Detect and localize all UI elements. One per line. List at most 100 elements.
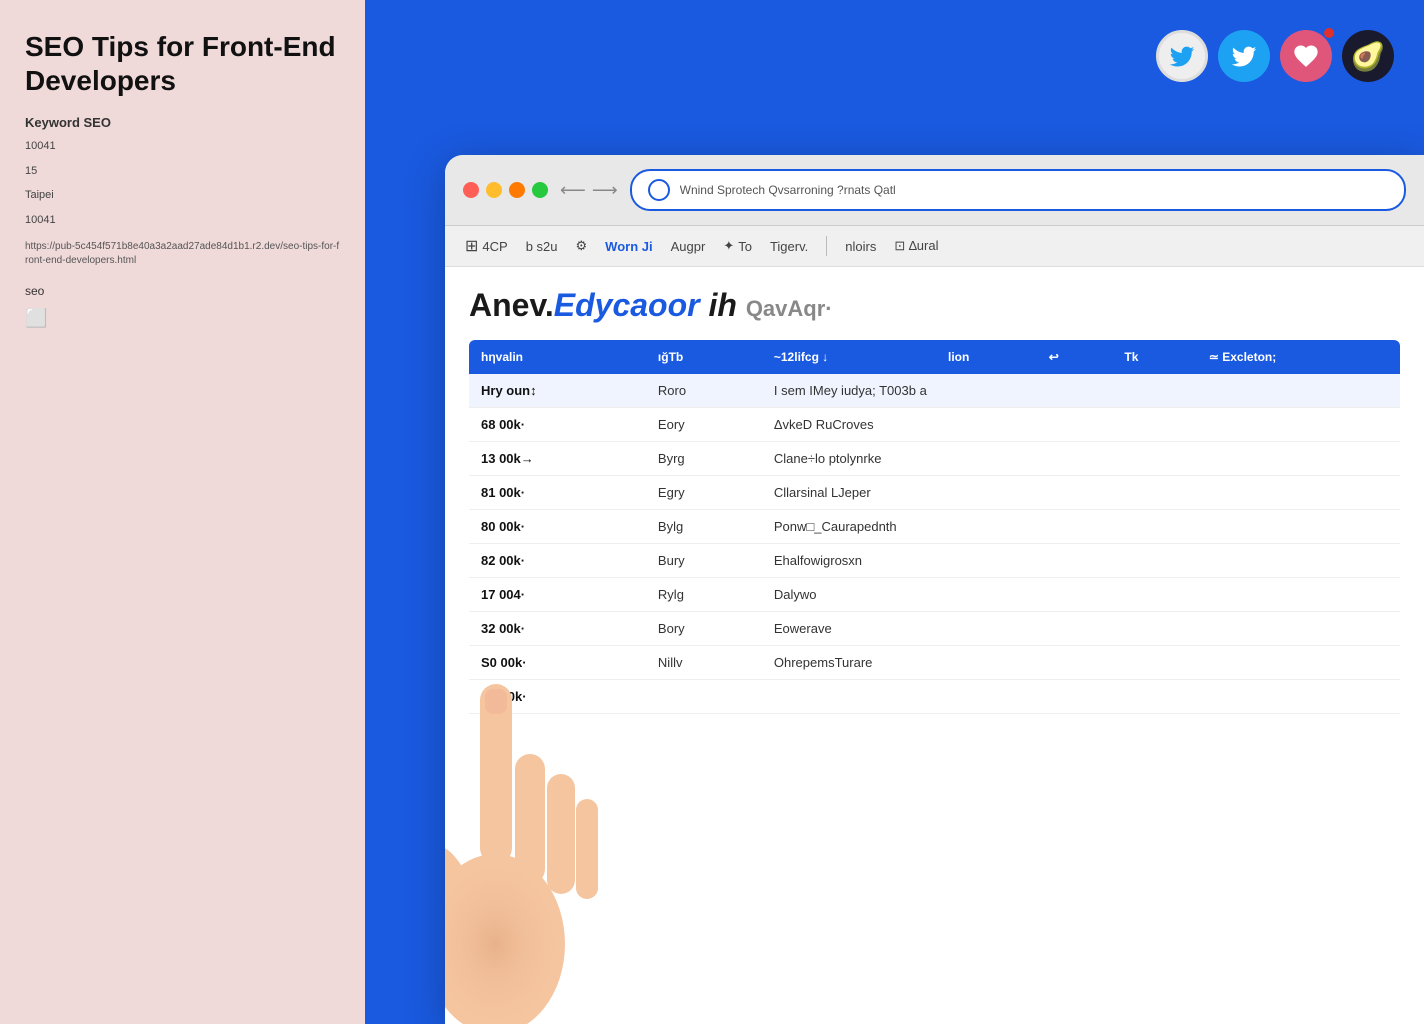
sidebar: SEO Tips for Front-End Developers Keywor… [0,0,365,1024]
forward-icon[interactable]: ⟶ [592,180,618,201]
nav-arrows: ⟵ ⟶ [560,180,618,201]
browser-toolbar: ⊞ 4CP b s2u ⚙ Worn Ji Augpr ✦ To Tigerv. [445,226,1424,267]
toolbar-item-2[interactable]: b s2u [526,239,558,254]
cell-vol-6: 17 004· [469,578,646,612]
cell-name-5: Ehalfowigrosxn [762,544,1400,578]
cell-vol-1: 68 00k· [469,408,646,442]
toolbar-label-augpr: Augpr [671,239,706,254]
cell-type-1: Eory [646,408,762,442]
col-lion[interactable]: lion [936,340,1037,374]
cell-type-6: Rylg [646,578,762,612]
cell-vol-9: 8E 00k· [469,680,646,714]
toolbar-item-aural[interactable]: ⊡ ∆ural [894,238,938,254]
toolbar-item-nloirs[interactable]: nloirs [845,239,876,254]
social-icons-group: 🥑 [1156,30,1394,82]
toolbar-item-tiger[interactable]: Tigerv. [770,239,808,254]
sidebar-keyword-label: Keyword SEO [25,115,340,130]
col-lifcg[interactable]: ~12lifcg ↓ [762,340,936,374]
cell-vol-7: 32 00k· [469,612,646,646]
table-row[interactable]: 82 00k· Bury Ehalfowigrosxn [469,544,1400,578]
col-arrow[interactable]: ↩ [1037,340,1113,374]
toolbar-label-1: 4CP [482,239,507,254]
cell-type-5: Bury [646,544,762,578]
table-row[interactable]: 8E 00k· [469,680,1400,714]
browser-logo [648,179,670,201]
table-row[interactable]: 68 00k· Eory ΔvkeD RuCroves [469,408,1400,442]
sidebar-tag: seo [25,284,340,298]
browser-window: ⟵ ⟶ Wnind Sprotech Qvsarroning ?rnats Qa… [445,155,1424,1024]
cell-type-4: Bylg [646,510,762,544]
col-hnyalin[interactable]: hηvalin [469,340,646,374]
table-header-row: hηvalin ığTb ~12lifcg ↓ lion ↩ Tk ≃ Excl… [469,340,1400,374]
browser-chrome: ⟵ ⟶ Wnind Sprotech Qvsarroning ?rnats Qa… [445,155,1424,226]
toolbar-label-nloirs: nloirs [845,239,876,254]
minimize-button[interactable] [486,182,502,198]
fullscreen-button[interactable] [532,182,548,198]
cell-type-9 [646,680,762,714]
cell-vol-5: 82 00k· [469,544,646,578]
sidebar-url: https://pub-5c454f571b8e40a3a2aad27ade84… [25,240,340,268]
page-title-area: Anev.Edycaoor ih QavAqr· [469,287,1400,324]
cell-vol-4: 80 00k· [469,510,646,544]
sidebar-meta2: 15 [25,163,340,180]
maximize-button[interactable] [509,182,525,198]
cell-name-9 [762,680,1400,714]
toolbar-item-worm[interactable]: Worn Ji [605,239,652,254]
toolbar-icon-3: ⚙ [576,238,588,254]
heart-icon[interactable] [1280,30,1332,82]
table-row[interactable]: 13 00k→ Byrg Clane÷lo ptolynrke [469,442,1400,476]
sidebar-meta3: Taipei [25,187,340,204]
col-excleton[interactable]: ≃ Excleton; [1197,340,1400,374]
sidebar-meta1: 10041 [25,138,340,155]
cell-type-3: Egry [646,476,762,510]
sidebar-meta4: 10041 [25,212,340,229]
cell-type-8: Nillv [646,646,762,680]
toolbar-sep [826,236,827,256]
table-row[interactable]: 32 00k· Bory Eowerave [469,612,1400,646]
subhdr-1: Hry oun↕ [469,374,646,408]
main-area: 🥑 ⟵ ⟶ Wnind Sprotech Qvsarroning ?rnats … [365,0,1424,1024]
title-part3: ih [708,287,736,323]
address-bar[interactable]: Wnind Sprotech Qvsarroning ?rnats Qatl [630,169,1406,211]
toolbar-item-augpr[interactable]: Augpr [671,239,706,254]
close-button[interactable] [463,182,479,198]
cell-vol-3: 81 00k· [469,476,646,510]
cell-name-6: Dalywo [762,578,1400,612]
toolbar-label-to: To [738,239,752,254]
toolbar-label-aural: ⊡ ∆ural [894,238,938,254]
sidebar-icon: ⬜ [25,308,340,329]
back-icon[interactable]: ⟵ [560,180,586,201]
cell-vol-2: 13 00k→ [469,442,646,476]
col-tk[interactable]: Tk [1112,340,1196,374]
table-subheader: Hry oun↕ Roro I sem IMey iudya; T003b a [469,374,1400,408]
title-part4: QavAqr· [746,296,833,321]
table-row[interactable]: S0 00k· Nillv OhrepemsTurare [469,646,1400,680]
col-igtb[interactable]: ığTb [646,340,762,374]
cell-vol-8: S0 00k· [469,646,646,680]
avocado-icon[interactable]: 🥑 [1342,30,1394,82]
toolbar-label-2: b s2u [526,239,558,254]
table-row[interactable]: 17 004· Rylg Dalywo [469,578,1400,612]
title-part1: Anev. [469,287,554,323]
page-main-title: Anev.Edycaoor ih QavAqr· [469,287,1400,324]
toolbar-item-star[interactable]: ✦ To [723,238,752,254]
twitter-icon[interactable] [1156,30,1208,82]
bird-icon[interactable] [1218,30,1270,82]
browser-content: Anev.Edycaoor ih QavAqr· hηvalin ığTb ~1… [445,267,1424,1024]
subhdr-2: Roro [646,374,762,408]
subhdr-3: I sem IMey iudya; T003b a [762,374,1400,408]
cell-name-1: ΔvkeD RuCroves [762,408,1400,442]
grid-icon: ⊞ [465,236,478,256]
sidebar-title: SEO Tips for Front-End Developers [25,30,340,97]
toolbar-item-1[interactable]: ⊞ 4CP [465,236,508,256]
table-row[interactable]: 81 00k· Egry Cllarsinal LJeper [469,476,1400,510]
cell-name-2: Clane÷lo ptolynrke [762,442,1400,476]
toolbar-item-3[interactable]: ⚙ [576,238,588,254]
address-text: Wnind Sprotech Qvsarroning ?rnats Qatl [680,183,896,197]
cell-name-3: Cllarsinal LJeper [762,476,1400,510]
cell-type-7: Bory [646,612,762,646]
keyword-table: hηvalin ığTb ~12lifcg ↓ lion ↩ Tk ≃ Excl… [469,340,1400,714]
traffic-lights [463,182,548,198]
table-row[interactable]: 80 00k· Bylg Ponw□_Caurapednth [469,510,1400,544]
cell-type-2: Byrg [646,442,762,476]
